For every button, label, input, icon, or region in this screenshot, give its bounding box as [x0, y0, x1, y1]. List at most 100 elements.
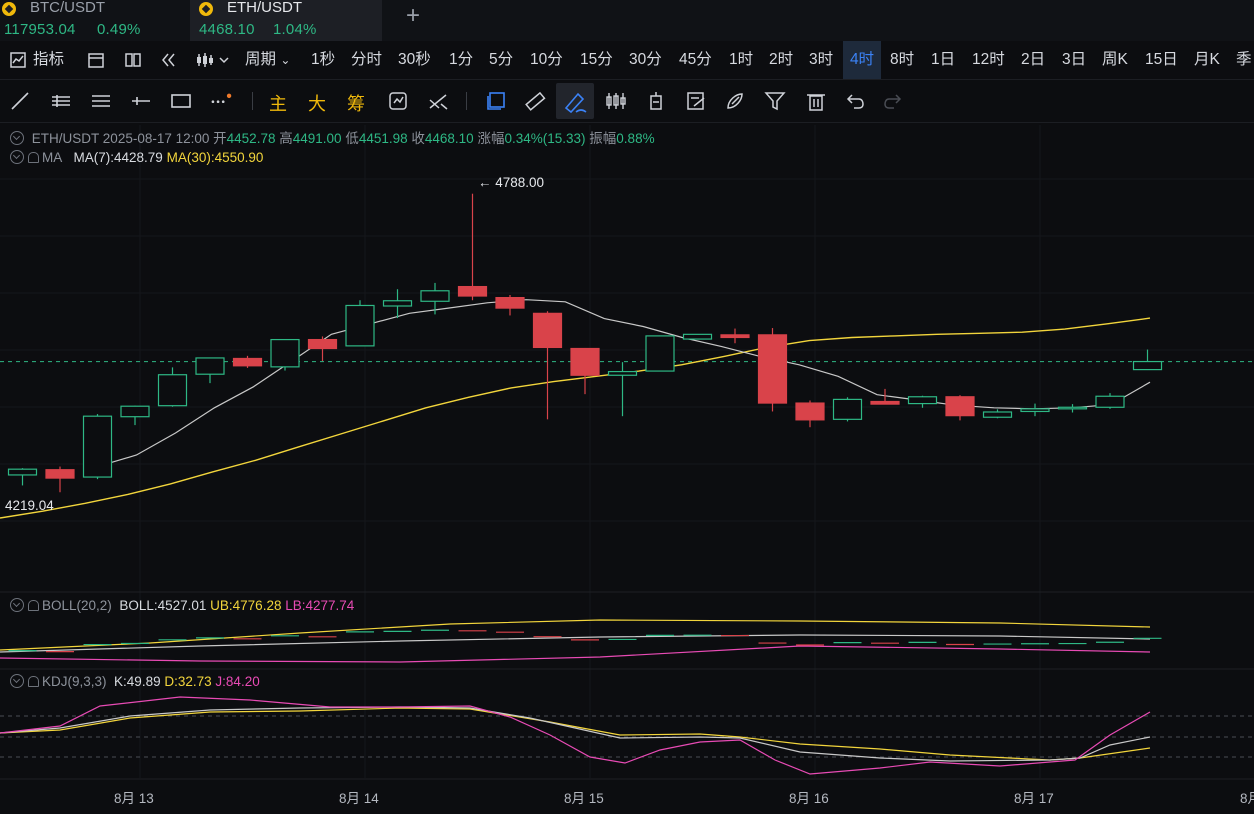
horizontal-ray-icon[interactable]	[50, 90, 72, 112]
interval-button[interactable]: 15日	[1145, 41, 1178, 79]
bell-icon[interactable]	[28, 152, 39, 163]
more-tools-icon[interactable]	[210, 90, 232, 112]
change-value: 0.34%(15.33)	[504, 131, 586, 146]
interval-button[interactable]: 45分	[679, 41, 712, 79]
indicators-button[interactable]: 指标	[33, 41, 64, 79]
interval-button[interactable]: 1分	[449, 41, 473, 79]
interval-button[interactable]: 8时	[890, 41, 914, 79]
interval-button[interactable]: 3时	[809, 41, 833, 79]
rewind-icon[interactable]	[160, 52, 176, 68]
ohlc-info-row: ETH/USDT 2025-08-17 12:00 开4452.78 高4491…	[10, 127, 655, 147]
ticker-tab-btc[interactable]: BTC/USDT 117953.04 0.49%	[0, 0, 185, 41]
period-dropdown[interactable]: 周期 ⌄	[245, 41, 290, 79]
interval-button[interactable]: 3日	[1062, 41, 1086, 79]
interval-button[interactable]: 15分	[580, 41, 613, 79]
trend-line-icon[interactable]	[9, 90, 31, 112]
high-value: 4491.00	[292, 131, 342, 146]
ticker-change: 1.04%	[273, 21, 317, 38]
ticker-change: 0.49%	[97, 21, 141, 38]
interval-button[interactable]: 4时	[843, 41, 881, 79]
big-order-button[interactable]: 大	[308, 90, 326, 116]
add-tab-icon[interactable]: +	[401, 4, 425, 28]
ticker-tab-eth[interactable]: ETH/USDT 4468.10 1.04%	[190, 0, 382, 41]
low-price-marker: 4219.04	[5, 498, 54, 513]
x-axis-label: 8月 13	[114, 791, 154, 806]
boll-panel	[0, 619, 1162, 663]
eye-icon[interactable]	[10, 131, 24, 145]
eye-icon[interactable]	[10, 150, 24, 164]
price-chart[interactable]	[0, 122, 1254, 814]
candles-group	[7, 193, 1163, 493]
interval-button[interactable]: 5分	[489, 41, 513, 79]
brush-icon[interactable]	[724, 90, 746, 112]
ticker-pair: ETH/USDT	[227, 0, 302, 16]
kdj-k-value: K:49.89	[114, 674, 161, 689]
refresh-icon[interactable]	[387, 90, 409, 112]
chip-distribution-button[interactable]: 筹	[347, 90, 365, 116]
eye-icon[interactable]	[10, 598, 24, 612]
redo-icon[interactable]	[883, 90, 905, 112]
position-icon[interactable]	[645, 90, 667, 112]
candle-body	[832, 398, 863, 420]
indicators-icon	[10, 52, 26, 68]
candle-body	[870, 400, 900, 405]
interval-button[interactable]: 30秒	[398, 41, 431, 79]
chart-type-icon[interactable]	[196, 52, 230, 68]
trash-icon[interactable]	[805, 90, 827, 112]
boll-name: BOLL(20,2)	[42, 598, 112, 613]
interval-button[interactable]: 12时	[972, 41, 1005, 79]
candle-body	[420, 290, 450, 302]
candle-body	[607, 370, 638, 376]
ohlc-datetime: 2025-08-17 12:00	[102, 131, 210, 146]
interval-button[interactable]: 月K	[1194, 41, 1220, 79]
kdj-panel	[0, 696, 1254, 775]
interval-button[interactable]: 2日	[1021, 41, 1045, 79]
kdj-j-value: J:84.20	[215, 674, 260, 689]
undo-icon[interactable]	[843, 90, 865, 112]
main-indicator-button[interactable]: 主	[269, 90, 287, 116]
filter-icon[interactable]	[764, 90, 786, 112]
interval-button[interactable]: 10分	[530, 41, 563, 79]
compare-icon[interactable]	[427, 90, 449, 112]
note-icon[interactable]	[685, 90, 707, 112]
interval-button[interactable]: 1时	[729, 41, 753, 79]
interval-button[interactable]: 30分	[629, 41, 662, 79]
rectangle-icon[interactable]	[170, 90, 192, 112]
interval-button[interactable]: 1秒	[311, 41, 335, 79]
bell-icon[interactable]	[28, 676, 39, 687]
bell-icon[interactable]	[28, 600, 39, 611]
separator	[466, 92, 467, 110]
candles-icon[interactable]	[605, 90, 627, 112]
drawing-toolbar: 主 大 筹	[0, 80, 1254, 123]
open-label: 开	[213, 131, 227, 146]
kdj-info-row: KDJ(9,3,3) K:49.89 D:32.73 J:84.20	[10, 674, 260, 689]
candle-body	[795, 402, 825, 421]
pencil-draw-icon[interactable]	[556, 83, 594, 119]
interval-button[interactable]: 2时	[769, 41, 793, 79]
parallel-channel-icon[interactable]	[90, 90, 112, 112]
magnet-layer-icon[interactable]	[485, 90, 507, 112]
period-label: 周期	[245, 51, 277, 68]
eye-icon[interactable]	[10, 674, 24, 688]
horizontal-line-icon[interactable]	[130, 90, 152, 112]
layout-icon[interactable]	[125, 52, 141, 68]
candle-body	[682, 333, 713, 340]
candle-body	[757, 334, 788, 404]
low-value: 4451.98	[358, 131, 408, 146]
candle-body	[1020, 408, 1050, 413]
x-axis-label: 8月 17	[1014, 791, 1054, 806]
candle-body	[7, 468, 38, 476]
candle-body	[270, 338, 300, 368]
ma-name: MA	[42, 150, 63, 165]
candle-body	[345, 304, 375, 347]
interval-button[interactable]: 季	[1236, 41, 1252, 79]
candle-body	[945, 396, 975, 417]
ruler-icon[interactable]	[524, 90, 546, 112]
candle-body	[982, 411, 1013, 418]
close-label: 收	[411, 131, 425, 146]
interval-button[interactable]: 分时	[351, 41, 382, 79]
calendar-icon[interactable]	[88, 52, 104, 68]
candle-body	[120, 405, 150, 418]
interval-button[interactable]: 周K	[1102, 41, 1128, 79]
interval-button[interactable]: 1日	[931, 41, 955, 79]
